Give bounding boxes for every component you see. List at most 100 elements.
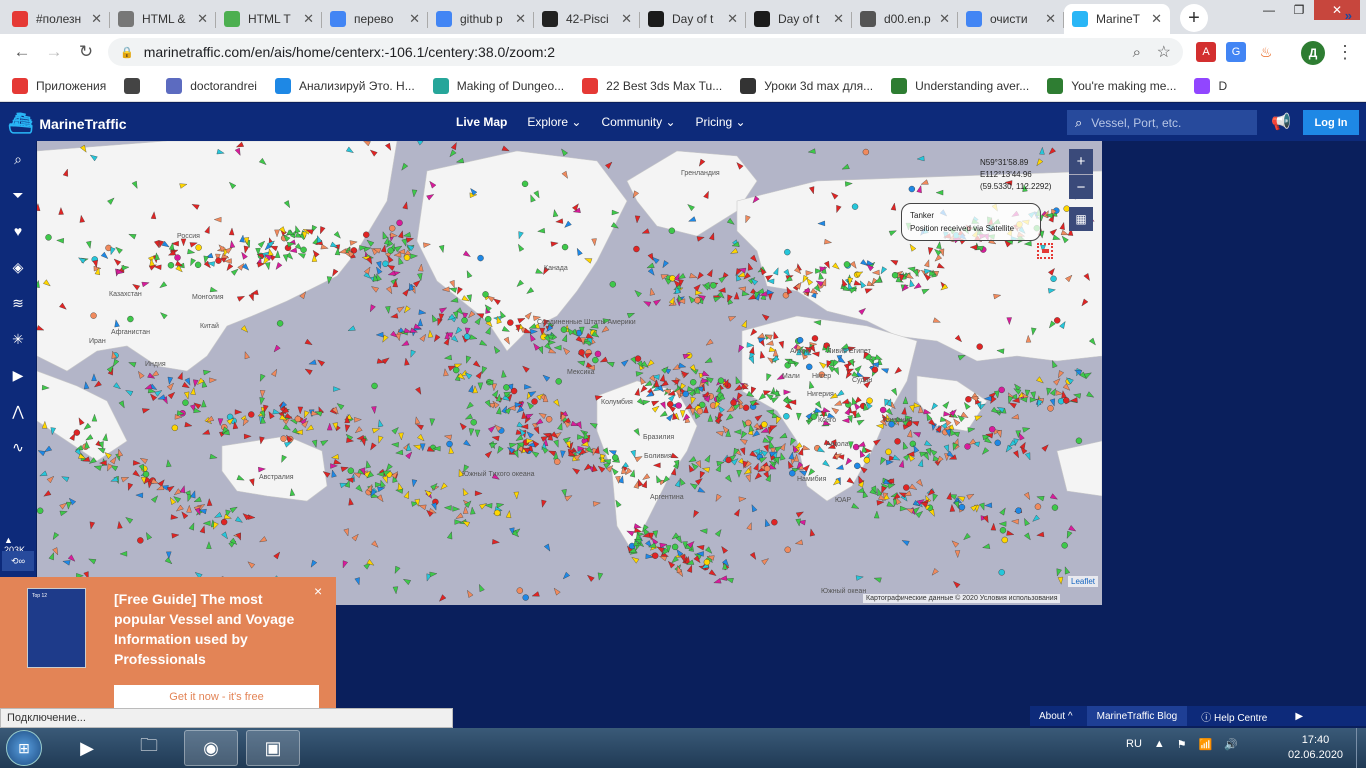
browser-menu-icon[interactable]: ⋮	[1336, 42, 1354, 63]
google-play-icon[interactable]: ▶	[1295, 711, 1303, 722]
vessel-arrow[interactable]	[753, 472, 762, 481]
vessel-arrow[interactable]	[491, 435, 500, 442]
vessel-dot[interactable]	[633, 245, 640, 253]
vessel-arrow[interactable]	[672, 364, 681, 372]
vessel-dot[interactable]	[554, 458, 561, 465]
vessel-arrow[interactable]	[715, 430, 724, 437]
bookmark-star-icon[interactable]: ☆	[1157, 42, 1171, 62]
vessel-arrow[interactable]	[378, 479, 386, 488]
vessel-arrow[interactable]	[754, 413, 764, 422]
vessel-arrow[interactable]	[470, 506, 476, 515]
vessel-arrow[interactable]	[528, 333, 536, 342]
vessel-arrow[interactable]	[458, 421, 467, 431]
vessel-arrow[interactable]	[530, 328, 538, 335]
vessel-dot[interactable]	[276, 320, 284, 327]
vessel-arrow[interactable]	[380, 244, 387, 253]
vessel-dot[interactable]	[503, 384, 510, 391]
vessel-dot[interactable]	[1054, 317, 1061, 324]
vessel-arrow[interactable]	[739, 437, 748, 445]
vessel-dot[interactable]	[783, 413, 790, 420]
vessel-arrow[interactable]	[469, 334, 478, 342]
vessel-arrow[interactable]	[376, 494, 385, 504]
bookmark-item[interactable]: Making of Dungeo...	[432, 77, 564, 94]
vessel-arrow[interactable]	[693, 283, 702, 292]
vessel-arrow[interactable]	[165, 459, 172, 468]
pycharm-taskbar-icon[interactable]: ▣	[246, 730, 300, 766]
vessel-arrow[interactable]	[552, 587, 561, 596]
bookmark-item[interactable]: Приложения	[12, 77, 106, 94]
vessel-arrow[interactable]	[347, 497, 354, 506]
vessel-arrow[interactable]	[430, 314, 438, 323]
vessel-arrow[interactable]	[597, 572, 604, 581]
vessel-arrow[interactable]	[695, 271, 704, 281]
promo-cta-button[interactable]: Get it now - it's free	[114, 685, 319, 708]
vessel-arrow[interactable]	[355, 484, 364, 494]
vessel-dot[interactable]	[851, 203, 859, 210]
vessel-arrow[interactable]	[305, 424, 314, 433]
vessel-dot[interactable]	[998, 569, 1005, 576]
vessel-arrow[interactable]	[788, 437, 796, 446]
vessel-dot[interactable]	[891, 272, 899, 279]
vessel-arrow[interactable]	[646, 262, 655, 270]
browser-tab[interactable]: HTML & ✕	[110, 4, 216, 34]
chrome-taskbar-icon[interactable]: ◉	[184, 730, 238, 766]
vessel-arrow[interactable]	[464, 355, 472, 364]
live-map[interactable]: Россия Казахстан Монголия Китай Афганистан Ир…	[37, 141, 1102, 605]
maximize-button[interactable]: ❐	[1284, 0, 1314, 20]
vessel-arrow[interactable]	[741, 319, 749, 328]
vessel-arrow[interactable]	[689, 481, 698, 490]
vessel-arrow[interactable]	[472, 385, 478, 394]
bookmark-item[interactable]: Анализируй Это. Н...	[274, 77, 415, 94]
vessel-arrow[interactable]	[166, 484, 176, 493]
vessel-dot[interactable]	[482, 291, 489, 298]
vessel-arrow[interactable]	[713, 578, 722, 585]
vessel-arrow[interactable]	[273, 550, 282, 560]
vessel-arrow[interactable]	[1024, 532, 1032, 542]
vessel-arrow[interactable]	[418, 503, 427, 510]
vessel-arrow[interactable]	[297, 406, 304, 415]
browser-tab[interactable]: очисти ✕	[958, 4, 1064, 34]
vessel-arrow[interactable]	[719, 575, 728, 582]
vessel-arrow[interactable]	[455, 512, 464, 521]
vessel-arrow[interactable]	[413, 443, 422, 451]
vessel-arrow[interactable]	[1055, 568, 1062, 577]
vessel-arrow[interactable]	[745, 474, 753, 483]
vessel-arrow[interactable]	[272, 344, 281, 354]
vessel-arrow[interactable]	[39, 470, 48, 478]
vessel-arrow[interactable]	[282, 424, 292, 432]
vessel-dot[interactable]	[612, 454, 619, 461]
vessel-dot[interactable]	[531, 398, 538, 405]
bookmark-item[interactable]: 22 Best 3ds Max Tu...	[582, 77, 722, 94]
vessel-arrow[interactable]	[167, 376, 174, 385]
vessel-dot[interactable]	[545, 416, 553, 423]
vessel-dot[interactable]	[300, 246, 307, 254]
vessel-arrow[interactable]	[202, 520, 211, 527]
vessel-arrow[interactable]	[144, 531, 153, 541]
vessel-dot[interactable]	[522, 594, 529, 601]
vessel-arrow[interactable]	[733, 384, 743, 393]
vessel-arrow[interactable]	[402, 577, 411, 586]
language-indicator[interactable]: RU	[1126, 738, 1142, 751]
vessel-arrow[interactable]	[912, 430, 921, 438]
vessel-arrow[interactable]	[515, 434, 524, 443]
vessel-arrow[interactable]	[151, 494, 159, 503]
vessel-arrow[interactable]	[495, 445, 504, 455]
vessel-arrow[interactable]	[354, 417, 362, 423]
vessel-arrow[interactable]	[368, 304, 376, 313]
vessel-dot[interactable]	[690, 379, 697, 386]
tab-close-icon[interactable]: ✕	[833, 11, 844, 27]
vessel-dot[interactable]	[903, 484, 910, 491]
vessel-dot[interactable]	[594, 350, 602, 358]
vessel-dot[interactable]	[854, 462, 861, 470]
vessel-arrow[interactable]	[688, 456, 697, 464]
vessel-arrow[interactable]	[311, 439, 318, 448]
leaflet-link[interactable]: Leaflet	[1068, 576, 1099, 587]
infinity-toggle[interactable]: ⟲ ∞	[2, 551, 34, 571]
vessel-arrow[interactable]	[419, 333, 428, 342]
vessel-dot[interactable]	[477, 254, 484, 262]
vessel-arrow[interactable]	[747, 293, 756, 302]
volume-icon[interactable]: 🔊	[1224, 738, 1238, 751]
vessel-arrow[interactable]	[668, 296, 677, 305]
nav-item[interactable]: Community ⌄	[601, 115, 675, 129]
vessel-arrow[interactable]	[415, 141, 424, 146]
